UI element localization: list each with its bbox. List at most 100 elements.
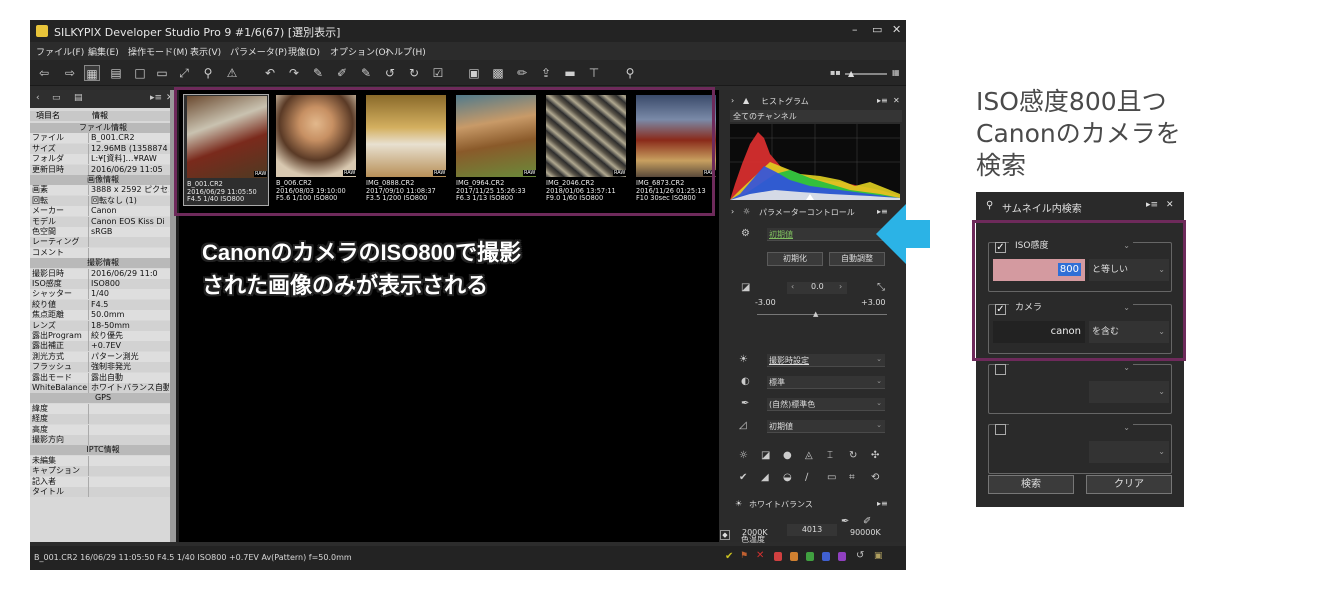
eye-icon[interactable]: ◒ [783, 472, 792, 483]
hdr-icon[interactable]: ☼ [739, 450, 748, 461]
crop-icon[interactable]: ⌗ [849, 472, 855, 483]
label-orange-icon[interactable] [790, 552, 798, 561]
close-icon[interactable]: ✕ [892, 23, 901, 36]
param-expand-icon[interactable]: › [731, 207, 734, 216]
init-button[interactable]: 初期化 [767, 252, 823, 266]
dot-icon[interactable]: ● [783, 450, 792, 461]
exposure-expand-icon[interactable]: ⤡ [877, 282, 885, 293]
redo-icon[interactable]: ↷ [286, 65, 302, 81]
panel-back-icon[interactable]: ‹ [36, 93, 40, 103]
undo-icon[interactable]: ↶ [262, 65, 278, 81]
sharpness-select[interactable]: 初期値 ⌄ [767, 420, 885, 433]
sharpness-icon[interactable]: ◿ [739, 420, 747, 431]
empty2-field-select[interactable]: ⌄ [1009, 421, 1133, 435]
empty1-checkbox[interactable] [995, 364, 1006, 375]
info-tab-icon[interactable]: ▤ [74, 93, 83, 103]
label-purple-icon[interactable] [838, 552, 846, 561]
apply-param-icon[interactable]: ✎ [358, 65, 374, 81]
detail-icon[interactable]: ✣ [871, 450, 879, 461]
tone-select[interactable]: 標準 ⌄ [767, 376, 885, 389]
panel-menu-icon[interactable]: ▸≡ [150, 93, 162, 103]
color-dropper-icon[interactable]: ✒ [741, 398, 749, 409]
compare-view-icon[interactable]: ▭ [154, 65, 170, 81]
label-red-icon[interactable] [774, 552, 782, 561]
exposure-inc-icon[interactable]: › [839, 282, 842, 291]
expand-icon[interactable]: › [731, 96, 734, 105]
minimize-icon[interactable]: – [852, 23, 858, 36]
print-icon[interactable]: ▬ [562, 65, 578, 81]
reject-icon[interactable]: ✕ [756, 550, 764, 561]
wb-sun-icon[interactable]: ☀ [739, 354, 748, 365]
paste-param-icon[interactable]: ✐ [334, 65, 350, 81]
grid-view-icon[interactable]: ▦ [84, 65, 100, 81]
wb-select[interactable]: 撮影時設定 ⌄ [767, 354, 885, 367]
brush-icon[interactable]: ✏ [514, 65, 530, 81]
line-icon[interactable]: ∕ [805, 472, 808, 483]
thumbnail-search-icon[interactable]: ⚲ [622, 65, 638, 81]
empty1-operator-select[interactable]: ⌄ [1089, 381, 1169, 403]
folder-tab-icon[interactable]: ▭ [52, 93, 61, 103]
exposure-dec-icon[interactable]: ‹ [791, 282, 794, 291]
temp-value-box[interactable]: 4013 [787, 524, 837, 536]
label-green-icon[interactable] [806, 552, 814, 561]
filmstrip-view-icon[interactable]: ▤ [108, 65, 124, 81]
develop-icon[interactable]: ▣ [466, 65, 482, 81]
wb-dropper-icon[interactable]: ✒ [841, 516, 849, 527]
zoom-icon[interactable]: ⚲ [200, 65, 216, 81]
noise-icon[interactable]: ◬ [805, 450, 813, 461]
rotate-icon[interactable]: ↻ [849, 450, 857, 461]
preset-select[interactable]: 初期値 [767, 228, 885, 241]
channel-select[interactable]: 全てのチャンネル [730, 110, 902, 122]
undo-mark-icon[interactable]: ↺ [856, 550, 864, 561]
flag-icon[interactable]: ⚑ [740, 551, 748, 561]
menu-develop[interactable]: 現像(D) [288, 45, 320, 58]
rect-icon[interactable]: ▭ [827, 472, 836, 483]
color-select[interactable]: (自然)標準色 ⌄ [767, 398, 885, 411]
wb-menu-icon[interactable]: ▸≡ [877, 499, 888, 508]
menu-option[interactable]: オプション(O) [330, 45, 389, 58]
menu-mode[interactable]: 操作モード(M) [128, 45, 188, 58]
panel-toggle-icon[interactable]: ◆ [720, 530, 730, 540]
label-blue-icon[interactable] [822, 552, 830, 561]
empty2-checkbox[interactable] [995, 424, 1006, 435]
exposure-value-box[interactable]: ‹ 0.0 › [787, 282, 847, 294]
right-splitter[interactable] [719, 90, 727, 542]
tone-icon[interactable]: ◐ [741, 376, 750, 387]
search-menu-icon[interactable]: ▸≡ [1146, 200, 1158, 210]
menu-view[interactable]: 表示(V) [190, 45, 221, 58]
exposure-knob-icon[interactable]: ▲ [813, 310, 818, 318]
rotate-right-icon[interactable]: ↻ [406, 65, 422, 81]
rotate-left-icon[interactable]: ↺ [382, 65, 398, 81]
wb-dropper2-icon[interactable]: ✐ [863, 516, 871, 527]
exposure2-icon[interactable]: ◪ [761, 450, 770, 461]
empty2-operator-select[interactable]: ⌄ [1089, 441, 1169, 463]
clear-button[interactable]: クリア [1086, 475, 1172, 494]
back-icon[interactable]: ⇦ [36, 65, 52, 81]
menu-help[interactable]: ヘルプ(H) [385, 45, 426, 58]
single-view-icon[interactable]: □ [132, 65, 148, 81]
trash-icon[interactable]: ▣ [874, 551, 883, 561]
copy-param-icon[interactable]: ✎ [310, 65, 326, 81]
warning-icon[interactable]: ⚠ [224, 65, 240, 81]
check-mark-icon[interactable]: ✔ [725, 551, 733, 562]
export-icon[interactable]: ⇪ [538, 65, 554, 81]
forward-icon[interactable]: ⇨ [62, 65, 78, 81]
lens-icon[interactable]: ◢ [761, 472, 769, 483]
search-button[interactable]: 検索 [988, 475, 1074, 494]
check-tool-icon[interactable]: ✔ [739, 472, 747, 483]
menu-edit[interactable]: 編集(E) [88, 45, 119, 58]
maximize-icon[interactable]: ▭ [872, 23, 882, 36]
search-close-icon[interactable]: ✕ [1166, 200, 1174, 210]
exposure-slider[interactable] [757, 314, 887, 315]
histogram-close-icon[interactable]: ✕ [893, 96, 900, 105]
batch-develop-icon[interactable]: ▩ [490, 65, 506, 81]
slider-knob-icon[interactable]: ▲ [848, 69, 854, 78]
preset-gear-icon[interactable]: ⚙ [741, 228, 750, 239]
fullscreen-icon[interactable]: ⤢ [176, 65, 192, 81]
tone-curve-icon[interactable]: ⌶ [827, 450, 833, 461]
histogram-menu-icon[interactable]: ▸≡ [877, 96, 888, 105]
tool-icon[interactable]: ⊤ [586, 65, 602, 81]
reset-icon[interactable]: ⟲ [871, 472, 879, 483]
menu-file[interactable]: ファイル(F) [36, 45, 84, 58]
menu-parameter[interactable]: パラメータ(P) [230, 45, 287, 58]
